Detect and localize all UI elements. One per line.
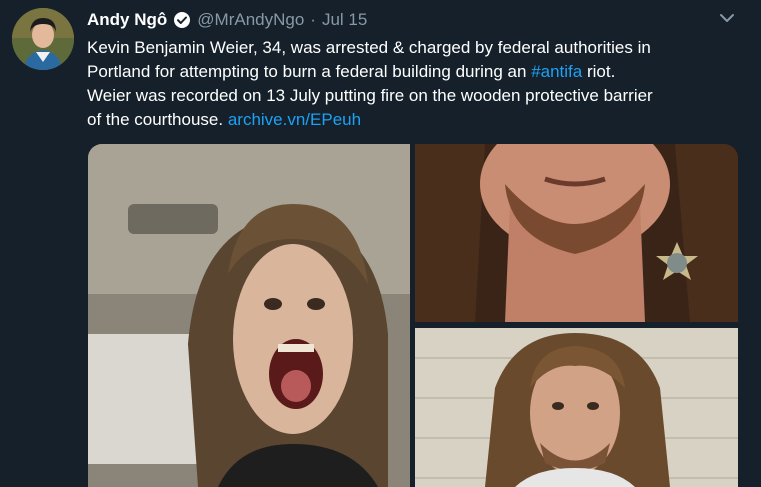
photo-mugshot[interactable] — [415, 328, 738, 487]
tweet-text-line: Portland for attempting to burn a federa… — [87, 60, 737, 84]
chevron-down-icon[interactable] — [716, 10, 738, 26]
separator-dot: · — [310, 10, 316, 29]
tweet-text-line: Kevin Benjamin Weier, 34, was arrested &… — [87, 36, 737, 60]
tweet-text-span: Portland for attempting to burn a federa… — [87, 62, 532, 81]
tweet-text-span: Kevin Benjamin Weier, 34, was arrested &… — [87, 38, 651, 57]
archive-link[interactable]: archive.vn/EPeuh — [228, 110, 361, 129]
tweet-text-line: of the courthouse. archive.vn/EPeuh — [87, 108, 737, 132]
photo-selfie[interactable] — [88, 144, 410, 487]
avatar[interactable] — [12, 8, 74, 70]
tweet-text-span: Weier was recorded on 13 July putting fi… — [87, 86, 653, 105]
media-grid — [88, 144, 738, 487]
photo-neck-closeup[interactable] — [415, 144, 738, 322]
tweet-text: Kevin Benjamin Weier, 34, was arrested &… — [87, 36, 737, 132]
tweet-date[interactable]: Jul 15 — [322, 10, 367, 30]
tweet-card: Andy Ngô @MrAndyNgo · Jul 15 Kevin Benja… — [0, 0, 761, 487]
tweet-text-span: riot. — [582, 62, 616, 81]
tweet-header: Andy Ngô @MrAndyNgo · Jul 15 — [87, 9, 367, 31]
hashtag-link[interactable]: #antifa — [531, 62, 582, 81]
verified-badge-icon — [173, 11, 191, 29]
tweet-text-span: of the courthouse. — [87, 110, 228, 129]
tweet-text-line: Weier was recorded on 13 July putting fi… — [87, 84, 737, 108]
author-name[interactable]: Andy Ngô — [87, 10, 167, 30]
author-handle[interactable]: @MrAndyNgo — [197, 10, 304, 30]
